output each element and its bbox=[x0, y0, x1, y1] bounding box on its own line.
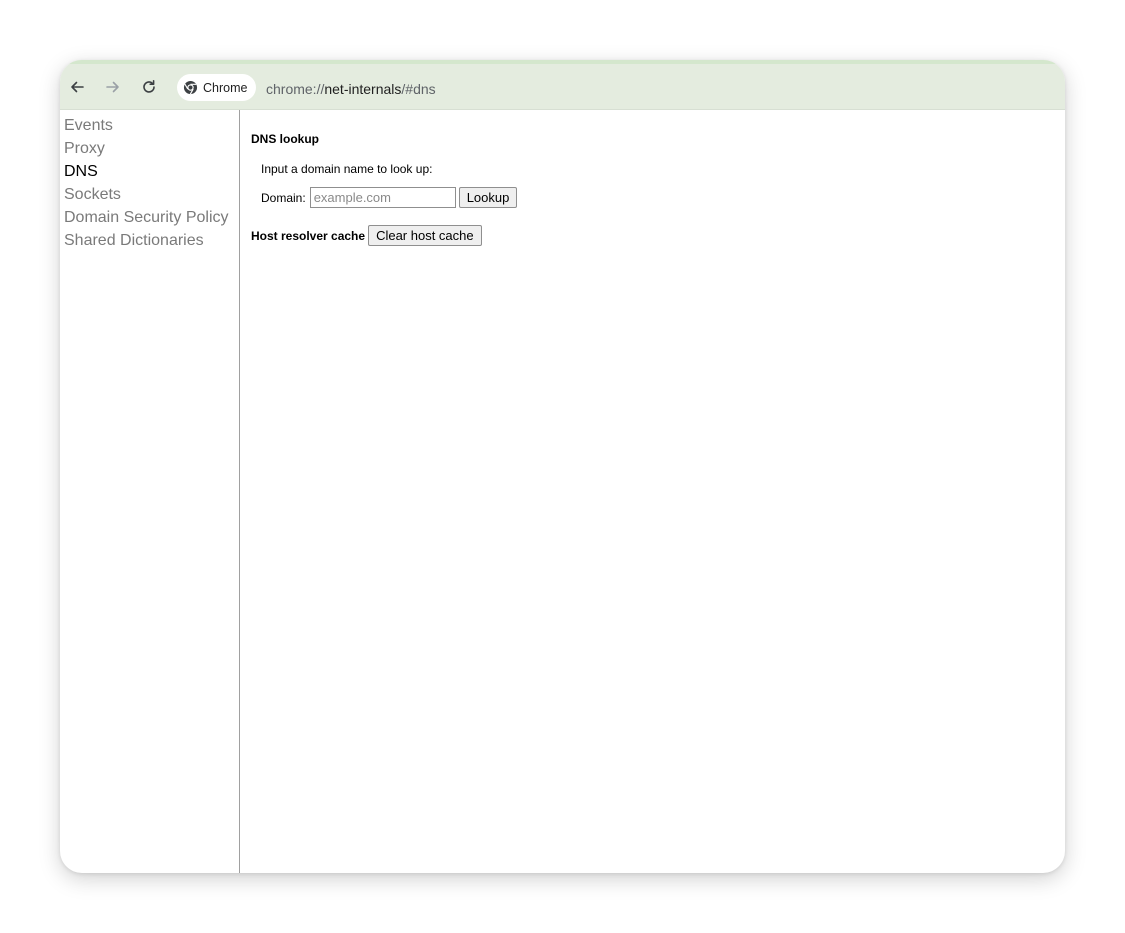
arrow-right-icon bbox=[106, 81, 119, 93]
address-bar[interactable]: chrome://net-internals/#dns bbox=[266, 81, 436, 97]
sidebar-item-domain-security-policy[interactable]: Domain Security Policy bbox=[60, 206, 239, 229]
browser-window: Chrome chrome://net-internals/#dns Event… bbox=[60, 60, 1065, 873]
domain-label: Domain: bbox=[261, 190, 306, 205]
domain-row: Domain: Lookup bbox=[261, 187, 518, 208]
chip-label: Chrome bbox=[203, 80, 248, 95]
sidebar-item-sockets[interactable]: Sockets bbox=[60, 183, 239, 206]
arrow-left-icon bbox=[71, 81, 84, 93]
forward-button[interactable] bbox=[102, 76, 124, 98]
sidebar-item-proxy[interactable]: Proxy bbox=[60, 137, 239, 160]
host-cache-row: Host resolver cache Clear host cache bbox=[251, 225, 482, 246]
sidebar-item-shared-dictionaries[interactable]: Shared Dictionaries bbox=[60, 229, 239, 252]
dns-lookup-heading: DNS lookup bbox=[251, 132, 319, 146]
lookup-button[interactable]: Lookup bbox=[458, 187, 518, 208]
back-button[interactable] bbox=[66, 76, 88, 98]
sidebar-item-events[interactable]: Events bbox=[60, 114, 239, 137]
chrome-logo-icon bbox=[183, 80, 198, 95]
url-scheme: chrome:// bbox=[266, 81, 325, 97]
url-path: /#dns bbox=[401, 81, 436, 97]
host-resolver-cache-heading: Host resolver cache bbox=[251, 228, 366, 243]
clear-host-cache-button[interactable]: Clear host cache bbox=[368, 225, 482, 246]
dns-lookup-prompt: Input a domain name to look up: bbox=[261, 162, 433, 176]
domain-input[interactable] bbox=[309, 187, 456, 208]
page-content: Events Proxy DNS Sockets Domain Security… bbox=[60, 110, 1065, 873]
browser-toolbar: Chrome chrome://net-internals/#dns bbox=[60, 60, 1065, 110]
sidebar: Events Proxy DNS Sockets Domain Security… bbox=[60, 110, 240, 873]
dns-panel: DNS lookup Input a domain name to look u… bbox=[251, 110, 1065, 873]
reload-button[interactable] bbox=[138, 76, 160, 98]
sidebar-item-dns[interactable]: DNS bbox=[60, 160, 239, 183]
site-info-chip[interactable]: Chrome bbox=[177, 74, 257, 101]
reload-icon bbox=[143, 80, 155, 93]
url-host: net-internals bbox=[324, 81, 402, 97]
